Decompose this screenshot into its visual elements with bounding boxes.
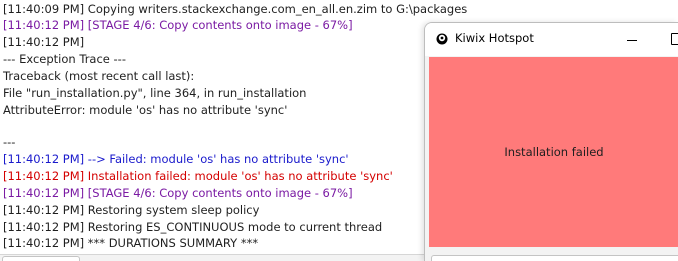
window-bottom-field[interactable] (431, 255, 678, 261)
log-line: --- (3, 135, 16, 149)
title-bar[interactable]: Kiwix Hotspot (425, 23, 678, 56)
kiwix-hotspot-window: Kiwix Hotspot Installation failed (424, 22, 678, 261)
log-line: [11:40:12 PM] *** DURATIONS SUMMARY *** (3, 236, 259, 250)
status-panel: Installation failed (429, 57, 678, 247)
maximize-button[interactable] (663, 31, 678, 45)
log-line: Traceback (most recent call last): (3, 69, 195, 83)
log-line: [11:40:12 PM] [STAGE 4/6: Copy contents … (3, 18, 353, 32)
kiwix-app-icon (436, 33, 448, 45)
bottom-field[interactable] (2, 256, 80, 261)
log-line: --- Exception Trace --- (3, 52, 126, 66)
log-line: [11:40:12 PM] Installation failed: modul… (3, 169, 393, 183)
log-line: [11:40:09 PM] Copying writers.stackexcha… (3, 2, 468, 16)
minimize-button[interactable] (619, 33, 645, 47)
log-line: [11:40:12 PM] Restoring system sleep pol… (3, 203, 260, 217)
log-line: [11:40:12 PM] [STAGE 4/6: Copy contents … (3, 186, 353, 200)
log-line: [11:40:12 PM] Restoring ES_CONTINUOUS mo… (3, 220, 383, 234)
log-line: AttributeError: module 'os' has no attri… (3, 103, 288, 117)
status-message: Installation failed (504, 145, 604, 159)
log-line: File "run_installation.py", line 364, in… (3, 86, 307, 100)
log-line: [11:40:12 PM] (3, 35, 85, 49)
window-title: Kiwix Hotspot (455, 31, 534, 45)
log-line: [11:40:12 PM] --> Failed: module 'os' ha… (3, 152, 349, 166)
